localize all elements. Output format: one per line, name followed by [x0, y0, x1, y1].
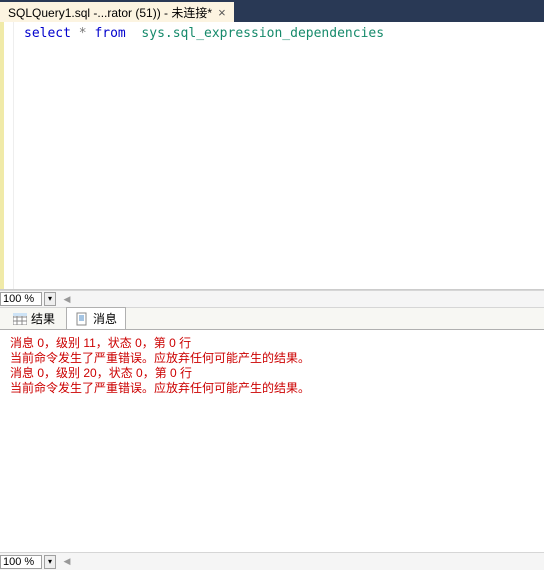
close-icon[interactable]: ×	[218, 5, 226, 20]
zoom-value[interactable]: 100 %	[0, 292, 42, 306]
chevron-down-icon[interactable]: ▾	[44, 292, 56, 306]
keyword-select: select	[24, 26, 71, 41]
messages-pane[interactable]: 消息 0，级别 11，状态 0，第 0 行 当前命令发生了严重错误。应放弃任何可…	[0, 330, 544, 552]
code-line: select * from sys.sql_expression_depende…	[14, 22, 386, 289]
object-name: sys.sql_expression_dependencies	[126, 26, 384, 41]
document-tab-bar: SQLQuery1.sql -...rator (51)) - 未连接* ×	[0, 0, 544, 22]
message-line: 消息 0，级别 20，状态 0，第 0 行	[10, 366, 534, 381]
document-icon	[75, 312, 89, 326]
zoom-value[interactable]: 100 %	[0, 555, 42, 569]
editor-zoom-bar: 100 % ▾ ◀	[0, 290, 544, 308]
scroll-left-icon[interactable]: ◀	[60, 556, 74, 567]
tab-title: SQLQuery1.sql -...rator (51)) - 未连接*	[8, 4, 212, 21]
message-line: 当前命令发生了严重错误。应放弃任何可能产生的结果。	[10, 381, 534, 396]
keyword-from: from	[94, 26, 125, 41]
tab-messages[interactable]: 消息	[66, 307, 126, 329]
grid-icon	[13, 313, 27, 325]
scroll-left-icon[interactable]: ◀	[60, 294, 74, 305]
results-tab-bar: 结果 消息	[0, 308, 544, 330]
message-line: 消息 0，级别 11，状态 0，第 0 行	[10, 336, 534, 351]
editor-gutter	[0, 22, 14, 289]
sql-editor[interactable]: select * from sys.sql_expression_depende…	[0, 22, 544, 290]
document-tab[interactable]: SQLQuery1.sql -...rator (51)) - 未连接* ×	[0, 2, 234, 22]
message-line: 当前命令发生了严重错误。应放弃任何可能产生的结果。	[10, 351, 534, 366]
tab-results[interactable]: 结果	[4, 307, 64, 329]
messages-zoom-bar: 100 % ▾ ◀	[0, 552, 544, 570]
tab-results-label: 结果	[31, 310, 55, 327]
chevron-down-icon[interactable]: ▾	[44, 555, 56, 569]
star-token: *	[71, 26, 94, 41]
tab-messages-label: 消息	[93, 310, 117, 327]
